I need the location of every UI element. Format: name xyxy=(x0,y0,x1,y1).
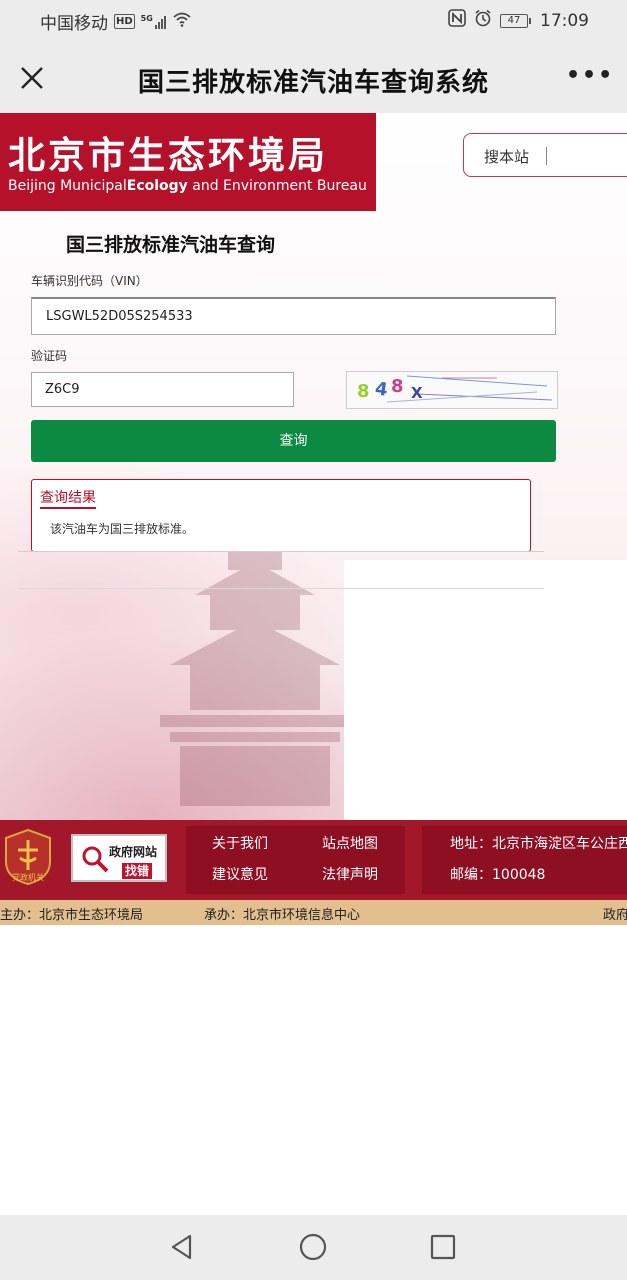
sponsor-cut-text: 政府 xyxy=(603,908,627,923)
footer-link-sitemap[interactable]: 站点地图 xyxy=(322,833,378,853)
page-title: 国三排放标准汽油车查询系统 xyxy=(137,68,489,98)
site-search-label[interactable]: 搜本站 xyxy=(484,146,529,167)
signal-type-label: 5G xyxy=(140,13,153,23)
signal-icon: 5G xyxy=(140,13,166,29)
result-title: 查询结果 xyxy=(40,490,96,506)
system-nav-bar xyxy=(0,1215,627,1280)
captcha-char-4: X xyxy=(411,384,423,402)
party-government-emblem-icon[interactable]: 党政机关 xyxy=(3,828,53,886)
captcha-char-3: 8 xyxy=(391,376,404,397)
gov-site-error-label: 找错 xyxy=(122,863,153,879)
footer-zip: 邮编：100048 xyxy=(450,867,546,883)
result-text: 该汽油车为国三排放标准。 xyxy=(50,522,195,536)
footer-link-legal[interactable]: 法律声明 xyxy=(322,864,378,884)
footer-link-feedback[interactable]: 建议意见 xyxy=(212,864,268,884)
nfc-icon xyxy=(448,9,466,32)
footer-link-about[interactable]: 关于我们 xyxy=(212,833,268,853)
query-button[interactable]: 查询 xyxy=(31,420,556,462)
site-search-divider xyxy=(546,147,547,165)
title-bar: 国三排放标准汽油车查询系统 ••• xyxy=(0,40,627,113)
content-background-white xyxy=(344,560,627,820)
divider xyxy=(18,551,544,552)
captcha-char-1: 8 xyxy=(357,381,370,402)
vin-label: 车辆识别代码（VIN） xyxy=(31,274,148,288)
result-panel xyxy=(31,479,531,552)
party-emblem-label: 党政机关 xyxy=(12,872,44,882)
clock: 17:09 xyxy=(540,10,589,31)
home-icon[interactable] xyxy=(299,1233,327,1261)
captcha-label: 验证码 xyxy=(31,349,68,363)
back-icon[interactable] xyxy=(168,1232,196,1262)
hd-badge: HD xyxy=(114,14,135,29)
carrier-name: 中国移动 xyxy=(40,14,108,34)
alarm-icon xyxy=(474,9,492,32)
vin-input[interactable]: LSGWL52D05S254533 xyxy=(31,297,556,335)
wifi-icon xyxy=(172,11,192,32)
logo-title-en: Beijing MunicipalEcology and Environment… xyxy=(8,178,367,194)
captcha-image[interactable]: 8 4 8 X xyxy=(346,371,558,409)
logo-en-part1: Beijing Municipal xyxy=(8,178,127,194)
logo-en-part2: Ecology xyxy=(126,178,188,194)
logo-en-part3: and Environment Bureau xyxy=(187,178,367,194)
logo-title-cn: 北京市生态环境局 xyxy=(8,134,328,177)
divider xyxy=(18,588,544,589)
captcha-input[interactable]: Z6C9 xyxy=(31,372,294,407)
result-title-underline xyxy=(40,507,96,509)
organizer-text: 承办：北京市环境信息中心 xyxy=(204,908,361,923)
sponsor-bar: 主办：北京市生态环境局 承办：北京市环境信息中心 政府 xyxy=(0,900,627,925)
more-options-button[interactable]: ••• xyxy=(566,65,612,87)
recents-icon[interactable] xyxy=(430,1234,456,1260)
form-title: 国三排放标准汽油车查询 xyxy=(66,234,276,256)
magnifier-icon xyxy=(82,846,109,873)
status-bar: 中国移动 HD 5G 47 17:09 xyxy=(0,0,627,40)
gov-site-label: 政府网站 xyxy=(109,845,158,859)
captcha-char-2: 4 xyxy=(374,378,389,401)
footer-address: 地址：北京市海淀区车公庄西 xyxy=(450,836,627,852)
battery-icon: 47 xyxy=(500,13,531,28)
sponsor-text: 主办：北京市生态环境局 xyxy=(0,908,144,923)
